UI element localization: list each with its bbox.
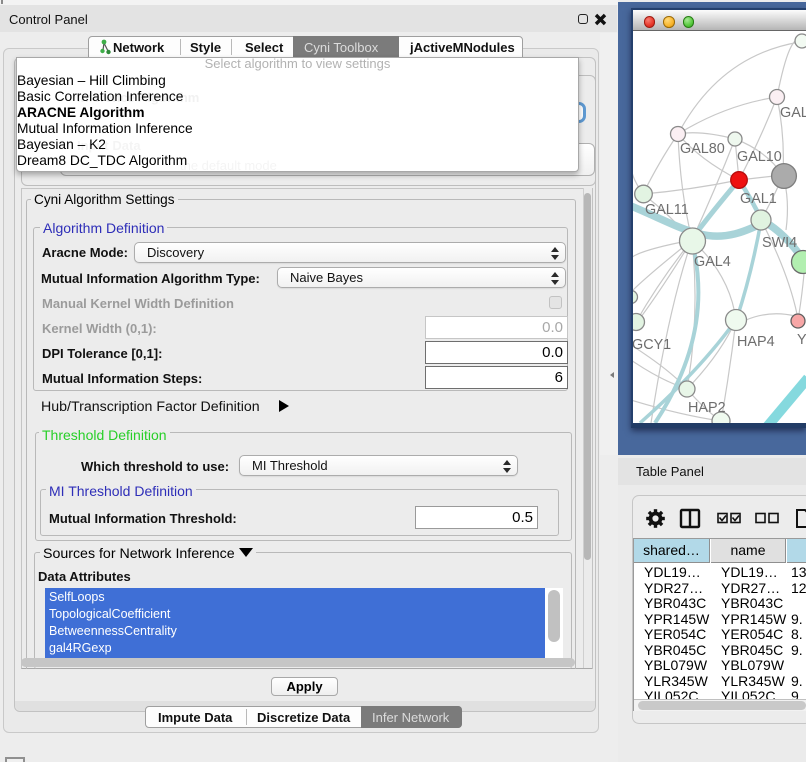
svg-text:SWI4: SWI4 [762, 235, 797, 251]
svg-text:GCY1: GCY1 [633, 337, 671, 353]
svg-text:GAL10: GAL10 [737, 149, 782, 165]
svg-text:Y: Y [797, 332, 806, 348]
svg-text:GAL80: GAL80 [680, 141, 725, 157]
svg-text:GAL: GAL [780, 105, 806, 121]
svg-text:HAP2: HAP2 [688, 400, 726, 416]
svg-text:GAL4: GAL4 [694, 254, 731, 270]
svg-text:GAL1: GAL1 [740, 191, 777, 207]
svg-text:HAP4: HAP4 [737, 334, 775, 350]
svg-text:GAL11: GAL11 [645, 202, 689, 218]
